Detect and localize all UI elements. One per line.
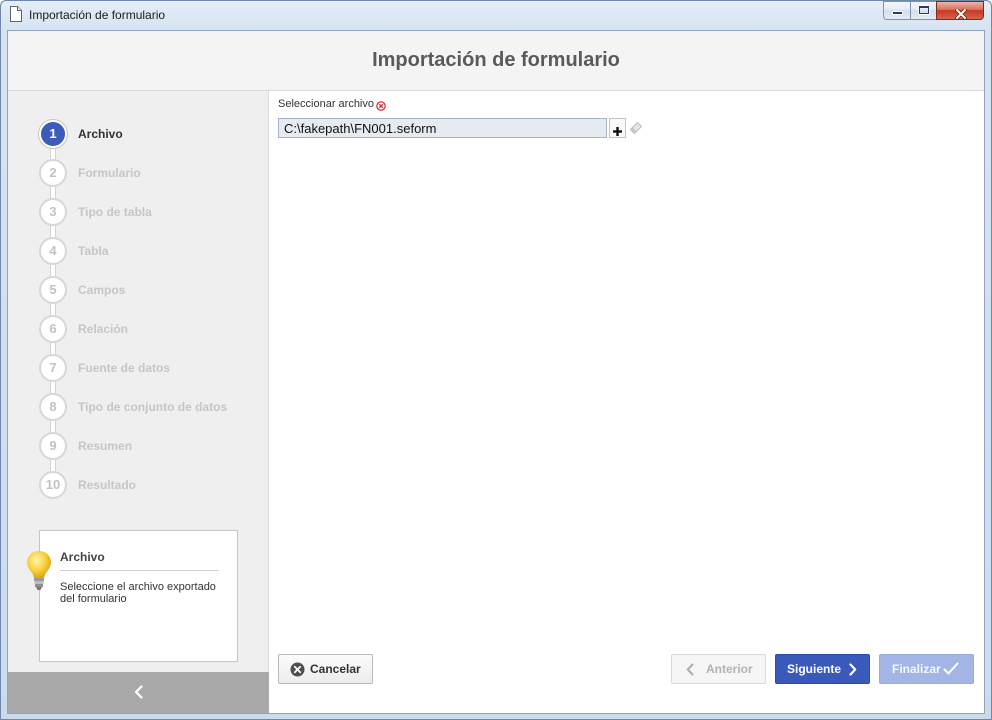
- wizard-step-relacion: 6 Relación: [39, 315, 264, 354]
- cancel-button[interactable]: Cancelar: [278, 654, 373, 684]
- required-icon: [376, 98, 386, 111]
- step-number: 1: [39, 120, 67, 148]
- minimize-icon: [893, 12, 902, 14]
- import-form-window: Importación de formulario Importación de…: [0, 0, 992, 720]
- document-icon: [9, 6, 22, 22]
- step-label: Resultado: [78, 478, 137, 492]
- next-button-label: Siguiente: [787, 662, 842, 676]
- clear-file-button[interactable]: [628, 118, 644, 138]
- wizard-step-archivo: 1 Archivo: [39, 120, 264, 159]
- previous-button[interactable]: Anterior: [671, 654, 766, 684]
- cancel-button-label: Cancelar: [310, 662, 361, 676]
- close-button[interactable]: [936, 1, 984, 20]
- wizard-step-campos: 5 Campos: [39, 276, 264, 315]
- lightbulb-icon: [26, 550, 52, 592]
- wizard-main-content: Seleccionar archivo Cancelar: [269, 91, 984, 713]
- wizard-step-tipo-de-conjunto: 8 Tipo de conjunto de datos: [39, 393, 264, 432]
- minimize-button[interactable]: [883, 1, 911, 20]
- step-label: Tipo de conjunto de datos: [78, 400, 228, 414]
- step-number: 3: [39, 198, 67, 226]
- step-number: 8: [39, 393, 67, 421]
- help-divider: [60, 570, 219, 571]
- step-number: 9: [39, 432, 67, 460]
- step-number: 6: [39, 315, 67, 343]
- wizard-step-tabla: 4 Tabla: [39, 237, 264, 276]
- step-label: Tipo de tabla: [78, 205, 152, 219]
- sidebar-collapse-button[interactable]: [8, 672, 269, 713]
- help-title: Archivo: [60, 550, 105, 564]
- plus-icon: [613, 123, 622, 136]
- next-button[interactable]: Siguiente: [775, 654, 870, 684]
- step-number: 4: [39, 237, 67, 265]
- wizard-sidebar: 1 Archivo 2 Formulario 3 Tipo de tabla 4…: [8, 91, 269, 672]
- step-label: Fuente de datos: [78, 361, 171, 375]
- step-label: Campos: [78, 283, 126, 297]
- wizard-header: Importación de formulario: [8, 31, 984, 91]
- chevron-left-icon: [686, 663, 694, 676]
- chevron-right-icon: [849, 663, 857, 676]
- file-path-input[interactable]: [278, 118, 607, 138]
- step-number: 10: [39, 471, 67, 499]
- maximize-icon: [919, 6, 929, 14]
- page-title: Importación de formulario: [372, 49, 620, 71]
- wizard-steps: 1 Archivo 2 Formulario 3 Tipo de tabla 4…: [39, 120, 264, 510]
- wizard-step-resumen: 9 Resumen: [39, 432, 264, 471]
- file-field-label-row: Seleccionar archivo: [278, 97, 386, 111]
- step-label: Relación: [78, 322, 129, 336]
- wizard-step-formulario: 2 Formulario: [39, 159, 264, 198]
- help-description: Seleccione el archivo exportado del form…: [60, 581, 216, 605]
- chevron-left-icon: [134, 685, 143, 699]
- wizard-step-tipo-de-tabla: 3 Tipo de tabla: [39, 198, 264, 237]
- check-icon: [943, 662, 959, 676]
- file-field-label: Seleccionar archivo: [278, 97, 374, 110]
- step-label: Formulario: [78, 166, 141, 180]
- step-number: 7: [39, 354, 67, 382]
- step-label: Tabla: [78, 244, 109, 258]
- cancel-circle-icon: [290, 662, 305, 677]
- step-number: 5: [39, 276, 67, 304]
- window-title: Importación de formulario: [29, 8, 166, 22]
- maximize-button[interactable]: [910, 1, 937, 20]
- wizard-step-resultado: 10 Resultado: [39, 471, 264, 510]
- select-file-button[interactable]: [609, 118, 626, 138]
- step-label: Archivo: [78, 127, 123, 141]
- finish-button-label: Finalizar: [892, 662, 941, 676]
- wizard-step-fuente-de-datos: 7 Fuente de datos: [39, 354, 264, 393]
- finish-button[interactable]: Finalizar: [879, 654, 974, 684]
- previous-button-label: Anterior: [706, 662, 753, 676]
- help-panel: Archivo Seleccione el archivo exportado …: [39, 530, 238, 662]
- close-icon: [955, 6, 967, 20]
- step-number: 2: [39, 159, 67, 187]
- step-label: Resumen: [78, 439, 133, 453]
- eraser-icon: [629, 121, 643, 135]
